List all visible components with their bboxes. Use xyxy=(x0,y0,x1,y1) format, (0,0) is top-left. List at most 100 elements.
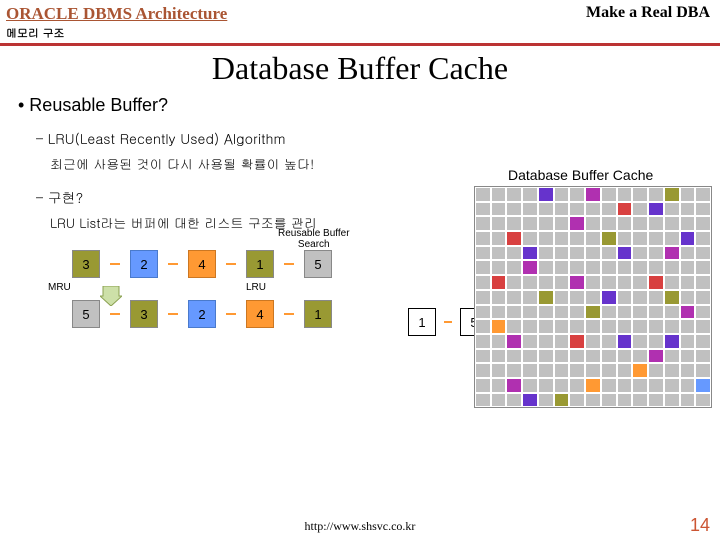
buffer-cell xyxy=(617,216,633,231)
buffer-cell xyxy=(491,378,507,393)
buffer-cell xyxy=(522,216,538,231)
buffer-cell xyxy=(475,363,491,378)
buffer-cell xyxy=(664,231,680,246)
buffer-cell xyxy=(585,290,601,305)
buffer-cell xyxy=(617,378,633,393)
buffer-cell xyxy=(648,260,664,275)
buffer-cell xyxy=(617,349,633,364)
buffer-cell xyxy=(506,231,522,246)
buffer-cell xyxy=(554,216,570,231)
buffer-cell xyxy=(680,246,696,261)
buffer-cell xyxy=(569,305,585,320)
buffer-cell xyxy=(601,305,617,320)
buffer-cell xyxy=(506,187,522,202)
buffer-cell xyxy=(664,246,680,261)
buffer-cell xyxy=(695,260,711,275)
buffer-cell xyxy=(632,231,648,246)
buffer-cell xyxy=(601,275,617,290)
list-item: 4 xyxy=(246,300,274,328)
list-item: 1 xyxy=(246,250,274,278)
buffer-cell xyxy=(664,334,680,349)
buffer-cell xyxy=(522,319,538,334)
buffer-cell xyxy=(569,393,585,408)
buffer-cell xyxy=(491,202,507,217)
divider xyxy=(0,43,720,46)
buffer-cell xyxy=(695,290,711,305)
buffer-cell xyxy=(601,202,617,217)
list-item: 5 xyxy=(304,250,332,278)
buffer-cell xyxy=(680,378,696,393)
page-number: 14 xyxy=(690,515,710,536)
buffer-cell xyxy=(569,349,585,364)
buffer-cell xyxy=(538,275,554,290)
buffer-cell xyxy=(538,393,554,408)
buffer-cell xyxy=(554,246,570,261)
buffer-cell xyxy=(538,187,554,202)
buffer-cell xyxy=(664,305,680,320)
buffer-cell xyxy=(491,187,507,202)
buffer-cell xyxy=(617,187,633,202)
buffer-cell xyxy=(506,202,522,217)
buffer-cell xyxy=(475,334,491,349)
footer-url: http://www.shsvc.co.kr xyxy=(0,519,720,534)
buffer-cell xyxy=(664,290,680,305)
buffer-cell xyxy=(695,246,711,261)
bullet-reusable: • Reusable Buffer? xyxy=(18,95,708,116)
buffer-cell xyxy=(491,363,507,378)
buffer-cell xyxy=(617,363,633,378)
buffer-cell xyxy=(601,319,617,334)
buffer-cell xyxy=(522,202,538,217)
buffer-cell xyxy=(506,305,522,320)
buffer-cell xyxy=(522,275,538,290)
buffer-cell xyxy=(569,319,585,334)
buffer-cell xyxy=(538,202,554,217)
buffer-cell xyxy=(538,290,554,305)
buffer-cell xyxy=(506,378,522,393)
buffer-cell xyxy=(538,260,554,275)
buffer-cell xyxy=(648,246,664,261)
buffer-cell xyxy=(569,187,585,202)
buffer-cell xyxy=(664,275,680,290)
buffer-cell xyxy=(632,349,648,364)
buffer-cell xyxy=(601,363,617,378)
buffer-cell xyxy=(695,334,711,349)
buffer-cell xyxy=(680,334,696,349)
buffer-cell xyxy=(664,216,680,231)
buffer-cell xyxy=(632,216,648,231)
buffer-cell xyxy=(695,231,711,246)
header-left: ORACLE DBMS Architecture xyxy=(6,4,227,24)
buffer-cell xyxy=(569,260,585,275)
buffer-cell xyxy=(680,231,696,246)
buffer-cell xyxy=(632,319,648,334)
buffer-cell xyxy=(695,349,711,364)
buffer-cell xyxy=(632,246,648,261)
reusable-search-label: Reusable BufferSearch xyxy=(278,228,350,250)
buffer-cell xyxy=(569,378,585,393)
buffer-cell xyxy=(632,202,648,217)
buffer-cell xyxy=(506,349,522,364)
buffer-cell xyxy=(601,231,617,246)
buffer-cell xyxy=(648,216,664,231)
buffer-cell xyxy=(632,363,648,378)
buffer-cell xyxy=(617,231,633,246)
buffer-cell xyxy=(554,187,570,202)
buffer-cell xyxy=(506,275,522,290)
buffer-cell xyxy=(522,393,538,408)
buffer-cell xyxy=(554,305,570,320)
buffer-cell xyxy=(569,231,585,246)
buffer-cell xyxy=(506,246,522,261)
buffer-cell xyxy=(585,393,601,408)
buffer-cell xyxy=(522,378,538,393)
buffer-cell xyxy=(680,187,696,202)
buffer-cell xyxy=(680,363,696,378)
buffer-cell xyxy=(632,187,648,202)
buffer-cell xyxy=(506,393,522,408)
buffer-cell xyxy=(648,231,664,246)
buffer-cell xyxy=(617,319,633,334)
header-right: Make a Real DBA xyxy=(586,4,710,24)
buffer-cell xyxy=(538,216,554,231)
buffer-cell xyxy=(680,216,696,231)
buffer-cell xyxy=(695,187,711,202)
buffer-cell xyxy=(680,319,696,334)
buffer-cell xyxy=(506,260,522,275)
